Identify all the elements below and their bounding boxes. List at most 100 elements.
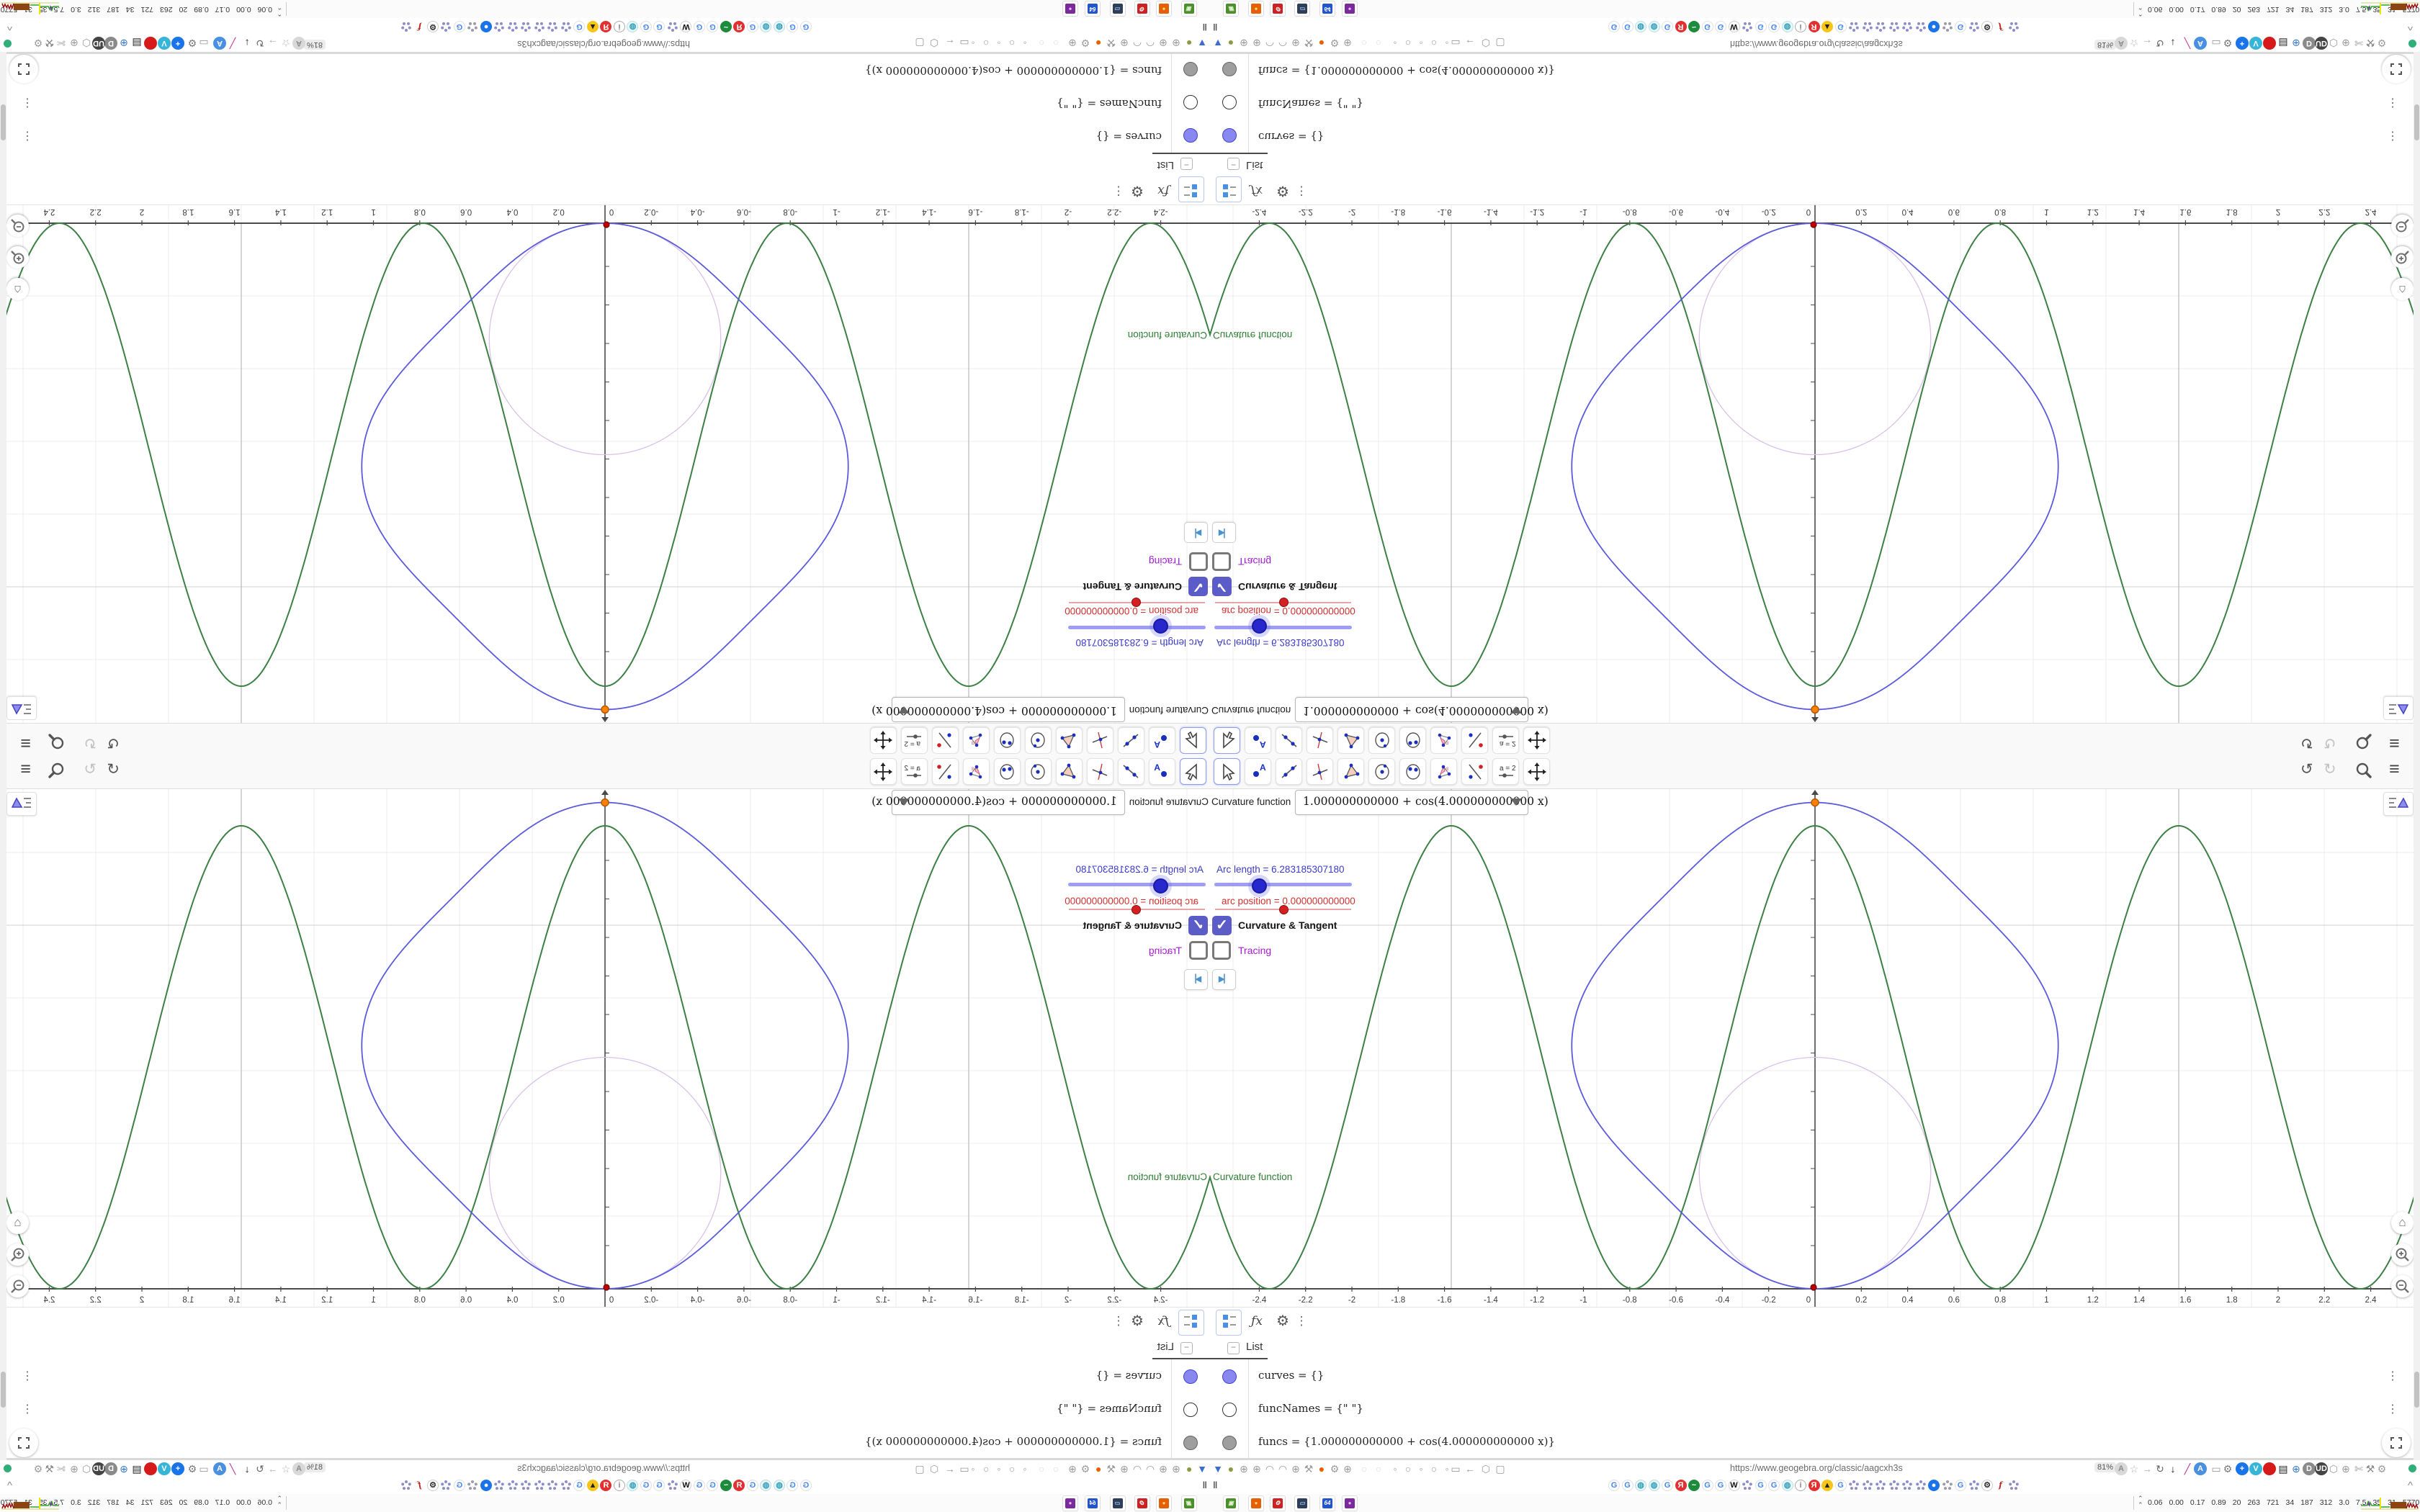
scrollbar-thumb[interactable]	[2414, 104, 2419, 140]
f-red-tab-icon[interactable]: f	[1994, 1480, 2007, 1491]
collapse-chevron-icon[interactable]: ^	[7, 1480, 12, 1492]
wrench-icon[interactable]: ⚒	[1105, 1462, 1118, 1475]
arc-length-slider[interactable]	[1068, 883, 1206, 886]
funnel-icon[interactable]: ▼	[1196, 1462, 1209, 1475]
chevron-down-icon[interactable]	[898, 798, 910, 806]
globe-gray-icon[interactable]: ⊕	[68, 1462, 81, 1475]
google-tab-icon[interactable]: G	[653, 21, 666, 32]
monkey-app-icon[interactable]: ●	[1342, 1495, 1358, 1511]
algebra-row[interactable]: funcs = {1.000000000000 + cos(4.00000000…	[1210, 53, 2414, 86]
settings-gear-icon[interactable]: ⚙	[1270, 1310, 1295, 1334]
dot-icon[interactable]: ◦	[1415, 37, 1428, 50]
funnel-icon[interactable]: ▼	[1196, 37, 1209, 50]
forward-arrow-icon[interactable]: →	[266, 1462, 279, 1475]
ghost-circle-icon[interactable]: ○	[1049, 1462, 1062, 1475]
mountain-tab-icon[interactable]: ▲	[1821, 1480, 1833, 1491]
globe-icon[interactable]: ⊕	[1157, 37, 1170, 50]
google-tab-icon[interactable]: G	[1621, 21, 1634, 32]
gauge-icon[interactable]: ◠	[1276, 37, 1289, 50]
firefox-app-icon[interactable]: ●	[1248, 1495, 1264, 1511]
collapse-chevron-icon[interactable]: ^	[2408, 20, 2413, 32]
globe-icon[interactable]: ⊕	[1118, 37, 1131, 50]
forward-arrow-icon[interactable]: →	[2141, 1462, 2154, 1475]
pause-icon[interactable]: ‖	[1213, 1480, 1217, 1490]
row-menu-icon[interactable]: ⋮	[22, 130, 33, 144]
curvature-tangent-checkbox[interactable]: ✓	[1212, 577, 1232, 596]
zoom-in-button[interactable]	[6, 1243, 29, 1266]
shield-gray-icon[interactable]: ⬡	[80, 37, 93, 50]
wikipedia-tab-icon[interactable]: W	[1728, 1480, 1740, 1491]
address-url[interactable]: https://www.geogebra.org/classic/aagcxh3…	[517, 39, 690, 49]
visibility-toggle[interactable]	[1183, 1402, 1198, 1417]
trash-icon[interactable]: ▤	[130, 37, 143, 50]
algebra-expression[interactable]: funcs = {1.000000000000 + cos(4.00000000…	[1258, 1435, 1555, 1448]
tool-move[interactable]	[1180, 727, 1206, 754]
visibility-toggle[interactable]	[1222, 95, 1237, 110]
yandex-tab-icon[interactable]: Я	[600, 21, 612, 32]
folder-icon[interactable]: ▭	[958, 1462, 971, 1475]
sphere-tab-icon[interactable]: ◍	[1781, 21, 1793, 32]
undo-button[interactable]: ↺	[107, 760, 120, 778]
search-icon[interactable]	[48, 762, 65, 779]
settings-gear-icon[interactable]: ⚙	[1125, 178, 1150, 202]
google-tab-icon[interactable]: G	[1701, 21, 1713, 32]
menu-icon[interactable]: ≡	[20, 732, 31, 753]
algebra-row[interactable]: curves = {} ⋮	[1210, 120, 2414, 153]
shield-gray-icon[interactable]: ⬡	[2327, 1462, 2340, 1475]
menu-icon[interactable]: ≡	[20, 759, 31, 780]
page-scrollbar[interactable]	[2414, 52, 2420, 756]
profile-dot-icon[interactable]	[4, 1464, 12, 1472]
tool-angle[interactable]: α	[963, 758, 990, 785]
info-tab-icon[interactable]: i	[614, 21, 625, 32]
dot-icon[interactable]: ◦	[1389, 1462, 1402, 1475]
translate-page-icon[interactable]: A	[292, 37, 305, 50]
monkey-app-icon[interactable]: ●	[1342, 1, 1358, 17]
circle-icon[interactable]: ○	[980, 37, 992, 50]
tool-reflect[interactable]	[1461, 727, 1488, 754]
tool-point[interactable]: A	[1149, 727, 1175, 754]
shield-d-icon[interactable]: D	[2303, 37, 2316, 50]
curvature-tangent-checkbox[interactable]: ✓	[1212, 916, 1232, 935]
tool-polygon[interactable]	[1056, 758, 1083, 785]
zoom-level-badge[interactable]: 81%	[2094, 40, 2117, 50]
geogebra-graphing-tab-icon[interactable]: ~	[720, 21, 732, 32]
yandex-tab-icon[interactable]: Я	[733, 1480, 745, 1491]
red-circle-icon[interactable]: ●	[2263, 1462, 2276, 1475]
ud-circle-icon[interactable]: UD	[2315, 1462, 2328, 1475]
algebra-expression[interactable]: curves = {}	[1258, 1369, 1324, 1382]
home-button[interactable]: ⌂	[2391, 278, 2414, 300]
shield-d-icon[interactable]: D	[2303, 1462, 2316, 1475]
wikipedia-tab-icon[interactable]: W	[680, 1480, 692, 1491]
home-button[interactable]: ⌂	[2391, 1212, 2414, 1234]
wrench-icon[interactable]: ⚒	[43, 1462, 56, 1475]
mountain-tab-icon[interactable]: ▲	[587, 1480, 599, 1491]
fullscreen-button[interactable]	[9, 1428, 38, 1457]
pause-icon[interactable]: ‖	[1213, 22, 1217, 32]
sphere-tab-icon[interactable]: ◍	[760, 21, 772, 32]
translate-page-icon[interactable]: A	[2115, 1462, 2128, 1475]
firefox-icon[interactable]: ●	[1092, 1462, 1105, 1475]
curvature-function-input[interactable]: 1.000000000000 + cos(4.000000000000 x)	[1295, 790, 1549, 815]
undo-button[interactable]: ↺	[107, 734, 120, 752]
shield-cyan-icon[interactable]: V	[158, 1462, 171, 1475]
pen-icon[interactable]: ╱	[2181, 1462, 2194, 1475]
algebra-expression[interactable]: curves = {}	[1096, 1369, 1162, 1382]
arc-position-knob[interactable]	[1131, 598, 1141, 607]
visibility-toggle[interactable]	[1222, 1402, 1237, 1417]
red-circle-icon[interactable]: ●	[144, 37, 157, 50]
tool-polygon[interactable]	[1337, 758, 1364, 785]
visibility-toggle[interactable]	[1222, 1435, 1237, 1450]
tool-circle-center-point[interactable]	[1368, 727, 1395, 754]
wrench-icon[interactable]: ⚒	[1302, 1462, 1315, 1475]
row-menu-icon[interactable]: ⋮	[2387, 1369, 2398, 1383]
shield-icon[interactable]: ⬡	[1479, 1462, 1492, 1475]
algebra-row[interactable]: curves = {} ⋮	[1210, 1359, 2414, 1392]
globe-icon[interactable]: ⊕	[1237, 1462, 1250, 1475]
arc-position-knob[interactable]	[1279, 598, 1289, 607]
graph-canvas[interactable]: -2.4 -2.2 -2 -1.8 -1.6 -1.4 -1.2 -1 -0.8 -0.6 -0.4…	[1210, 205, 2414, 723]
algebra-view-button[interactable]	[1216, 1310, 1242, 1336]
tool-circle-two-points[interactable]	[994, 727, 1021, 754]
sphere-tab-icon[interactable]: ◍	[1635, 1480, 1646, 1491]
monitor-app-icon[interactable]: ▭	[1294, 1495, 1310, 1511]
tool-polygon[interactable]	[1056, 727, 1083, 754]
